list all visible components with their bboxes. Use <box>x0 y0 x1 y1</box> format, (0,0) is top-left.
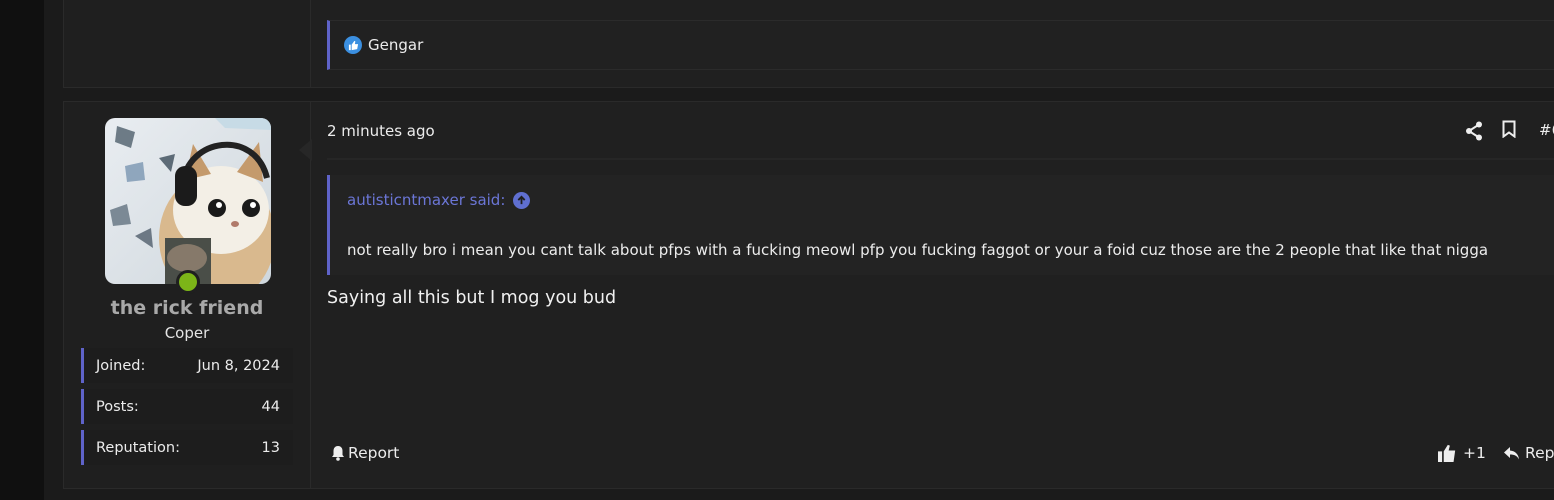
thread-page: Gengar the rick friend Coper Joined: Jun… <box>44 0 1554 500</box>
stat-joined: Joined: Jun 8, 2024 <box>81 348 293 383</box>
share-icon[interactable] <box>1465 121 1485 141</box>
post-number[interactable]: #6 <box>1539 121 1554 139</box>
previous-post: Gengar <box>63 0 1554 88</box>
quote-text: not really bro i mean you cant talk abou… <box>347 241 1489 259</box>
quote-attribution[interactable]: autisticntmaxer said: <box>347 191 531 209</box>
previous-post-user-column <box>64 0 311 87</box>
reaction-bar[interactable]: Gengar <box>327 20 1554 70</box>
reply-icon <box>1503 446 1520 461</box>
stat-reputation: Reputation: 13 <box>81 430 293 465</box>
left-gutter <box>0 0 44 500</box>
post-message: Saying all this but I mog you bud <box>327 288 617 308</box>
post: the rick friend Coper Joined: Jun 8, 202… <box>63 101 1554 489</box>
stat-posts: Posts: 44 <box>81 389 293 424</box>
thumbs-up-icon <box>344 36 362 54</box>
like-count: +1 <box>1463 444 1486 462</box>
username[interactable]: the rick friend <box>64 297 310 319</box>
avatar[interactable] <box>105 118 271 284</box>
reply-label: Reply <box>1525 444 1554 462</box>
online-status-indicator <box>176 270 200 294</box>
post-body: 2 minutes ago #6 autisticntmaxer said: <box>327 102 1554 488</box>
stat-label: Joined: <box>96 357 146 374</box>
like-button[interactable]: +1 <box>1437 444 1486 462</box>
reply-button[interactable]: Reply <box>1503 444 1554 462</box>
report-label: Report <box>348 444 400 462</box>
thumbs-up-icon <box>1437 444 1457 462</box>
stat-value: Jun 8, 2024 <box>197 357 280 374</box>
quote-block: autisticntmaxer said: not really bro i m… <box>327 175 1554 275</box>
reaction-user[interactable]: Gengar <box>368 36 423 54</box>
arrow-up-icon[interactable] <box>513 191 531 209</box>
stat-value: 44 <box>261 398 280 415</box>
quote-author[interactable]: autisticntmaxer said: <box>347 191 505 209</box>
stat-value: 13 <box>261 439 280 456</box>
stat-label: Reputation: <box>96 439 180 456</box>
report-button[interactable]: Report <box>331 444 399 462</box>
stat-label: Posts: <box>96 398 139 415</box>
post-timestamp[interactable]: 2 minutes ago <box>327 122 435 140</box>
user-title: Coper <box>164 324 210 342</box>
bookmark-icon[interactable] <box>1502 120 1518 140</box>
post-arrow <box>299 139 312 161</box>
bell-icon <box>331 445 345 461</box>
post-user-column: the rick friend Coper Joined: Jun 8, 202… <box>64 102 311 488</box>
post-header: 2 minutes ago #6 <box>327 102 1554 160</box>
